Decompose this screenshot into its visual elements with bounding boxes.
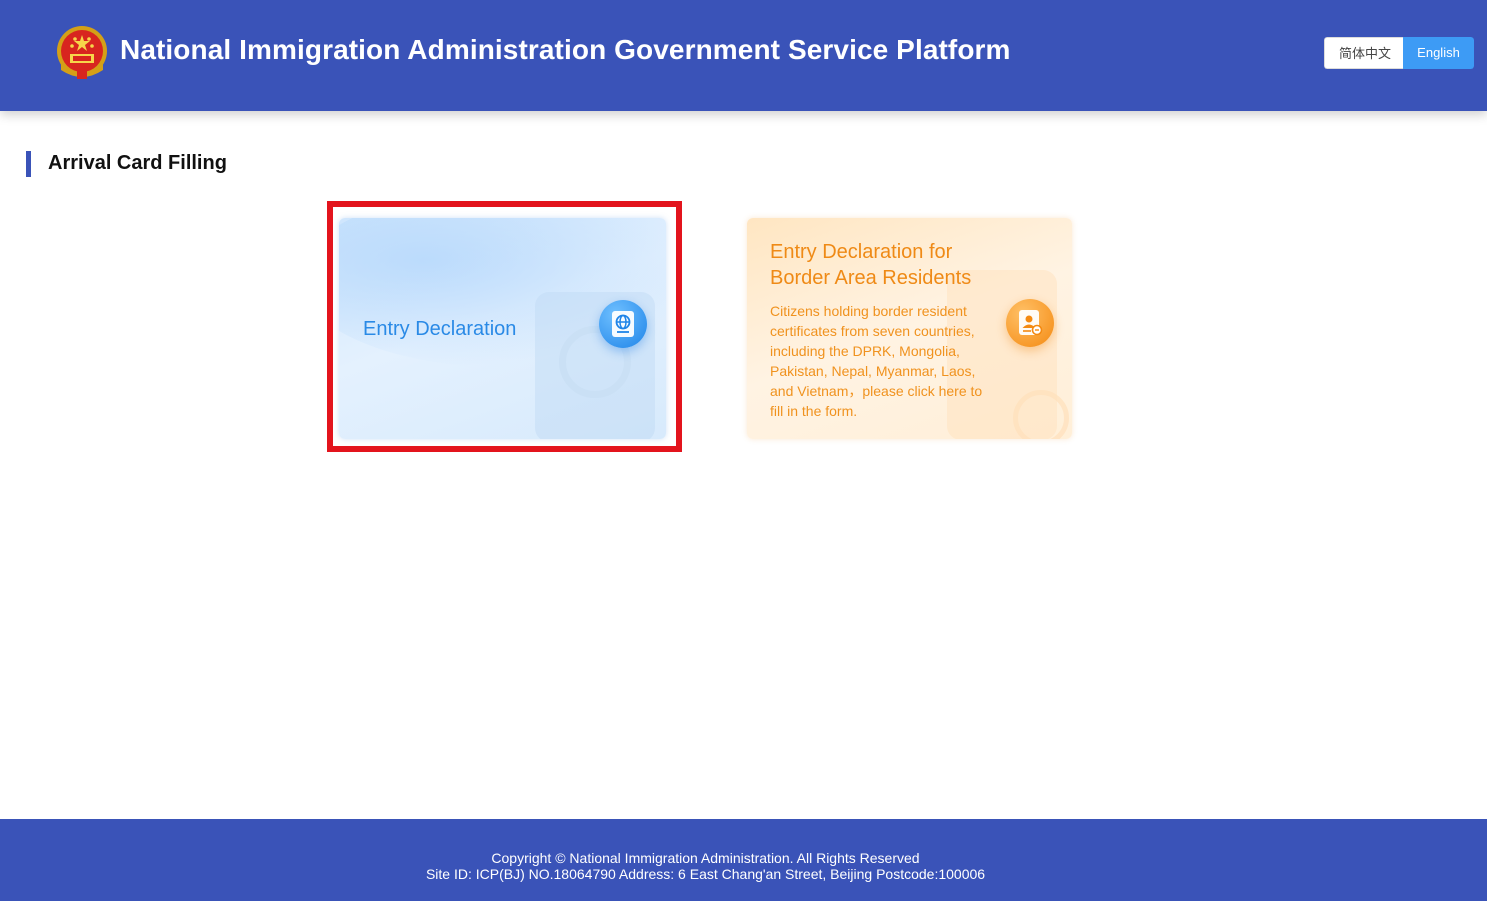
footer-site-info: Site ID: ICP(BJ) NO.18064790 Address: 6 … (425, 866, 986, 882)
language-chinese-button[interactable]: 简体中文 (1324, 37, 1403, 69)
site-title: National Immigration Administration Gove… (120, 34, 1011, 65)
border-residents-title: Entry Declaration for Border Area Reside… (770, 241, 972, 289)
footer: Copyright © National Immigration Adminis… (0, 819, 1487, 901)
footer-copyright: Copyright © National Immigration Adminis… (491, 850, 920, 866)
passport-globe-icon (599, 300, 647, 348)
section-title: Arrival Card Filling (48, 152, 227, 174)
border-residents-card[interactable]: Entry Declaration for Border Area Reside… (747, 218, 1072, 439)
language-english-button[interactable]: English (1403, 37, 1474, 69)
border-residents-description: Citizens holding border resident certifi… (770, 303, 983, 419)
card-background-circle (1013, 390, 1069, 439)
header: National Immigration Administration Gove… (0, 0, 1487, 111)
entry-declaration-card[interactable]: Entry Declaration (339, 218, 666, 439)
language-switch: 简体中文 English (1324, 37, 1474, 69)
resident-id-card-icon (1006, 299, 1054, 347)
section-accent-bar (26, 151, 31, 177)
entry-declaration-title: Entry Declaration (363, 318, 517, 340)
national-emblem-icon (57, 26, 107, 79)
